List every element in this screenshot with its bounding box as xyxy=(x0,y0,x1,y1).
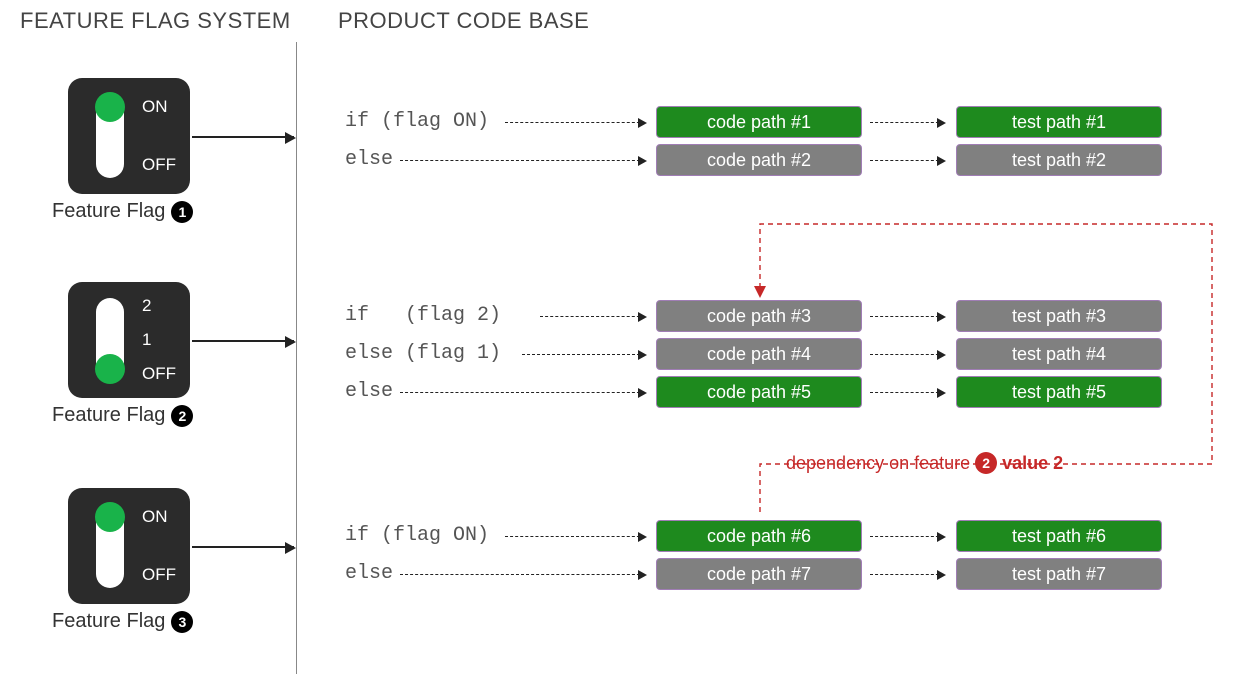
arrow-flag1-to-code xyxy=(192,136,294,138)
test-path-2: test path #2 xyxy=(956,144,1162,176)
flag-labels: ON OFF xyxy=(142,78,176,194)
flag-label-1: 1 xyxy=(142,330,176,350)
code-path-5: code path #5 xyxy=(656,376,862,408)
column-divider xyxy=(296,42,297,674)
cond-row-6: if (flag ON) xyxy=(345,524,489,547)
flag-caption-text: Feature Flag xyxy=(52,200,165,223)
flag-label-off: OFF xyxy=(142,565,176,585)
cond-row-1: if (flag ON) xyxy=(345,110,489,133)
flag-knob xyxy=(95,354,125,384)
flag-caption-text: Feature Flag xyxy=(52,610,165,633)
dependency-suffix: value 2 xyxy=(1002,453,1063,474)
flag-label-on: ON xyxy=(142,507,176,527)
arrow-code1-test xyxy=(870,122,944,123)
arrow-cond6-code xyxy=(505,536,645,537)
flag-widget-1: ON OFF xyxy=(68,78,190,194)
arrow-code6-test xyxy=(870,536,944,537)
flag-number-2: 2 xyxy=(171,405,193,427)
flag-knob xyxy=(95,502,125,532)
flag-caption-3: Feature Flag 3 xyxy=(52,610,193,633)
arrow-cond7-code xyxy=(400,574,645,575)
heading-feature-flag-system: FEATURE FLAG SYSTEM xyxy=(20,8,291,34)
test-path-7: test path #7 xyxy=(956,558,1162,590)
arrow-cond1-code xyxy=(505,122,645,123)
code-path-7: code path #7 xyxy=(656,558,862,590)
cond-row-5: else xyxy=(345,380,393,403)
flag-label-off: OFF xyxy=(142,364,176,384)
cond-row-3: if (flag 2) xyxy=(345,304,501,327)
flag-label-2: 2 xyxy=(142,296,176,316)
arrow-code5-test xyxy=(870,392,944,393)
test-path-3: test path #3 xyxy=(956,300,1162,332)
arrow-cond3-code xyxy=(540,316,645,317)
code-path-1: code path #1 xyxy=(656,106,862,138)
flag-widget-3: ON OFF xyxy=(68,488,190,604)
arrow-flag3-to-code xyxy=(192,546,294,548)
cond-row-7: else xyxy=(345,562,393,585)
arrow-cond5-code xyxy=(400,392,645,393)
flag-caption-1: Feature Flag 1 xyxy=(52,200,193,223)
code-path-6: code path #6 xyxy=(656,520,862,552)
arrow-cond2-code xyxy=(400,160,645,161)
flag-knob xyxy=(95,92,125,122)
arrow-cond4-code xyxy=(522,354,645,355)
arrow-code3-test xyxy=(870,316,944,317)
arrow-code2-test xyxy=(870,160,944,161)
heading-product-code-base: PRODUCT CODE BASE xyxy=(338,8,589,34)
arrow-flag2-to-code xyxy=(192,340,294,342)
flag-number-1: 1 xyxy=(171,201,193,223)
dependency-label: dependency on feature 2 value 2 xyxy=(786,452,1063,474)
dependency-prefix: dependency on feature xyxy=(786,453,970,474)
cond-row-2: else xyxy=(345,148,393,171)
cond-row-4: else (flag 1) xyxy=(345,342,501,365)
flag-caption-text: Feature Flag xyxy=(52,404,165,427)
arrow-code7-test xyxy=(870,574,944,575)
flag-widget-2: 2 1 OFF xyxy=(68,282,190,398)
test-path-4: test path #4 xyxy=(956,338,1162,370)
test-path-5: test path #5 xyxy=(956,376,1162,408)
code-path-4: code path #4 xyxy=(656,338,862,370)
dependency-flag-num: 2 xyxy=(975,452,997,474)
flag-label-on: ON xyxy=(142,97,176,117)
flag-number-3: 3 xyxy=(171,611,193,633)
flag-labels: 2 1 OFF xyxy=(142,282,176,398)
test-path-6: test path #6 xyxy=(956,520,1162,552)
flag-labels: ON OFF xyxy=(142,488,176,604)
arrow-code4-test xyxy=(870,354,944,355)
code-path-2: code path #2 xyxy=(656,144,862,176)
flag-label-off: OFF xyxy=(142,155,176,175)
code-path-3: code path #3 xyxy=(656,300,862,332)
flag-caption-2: Feature Flag 2 xyxy=(52,404,193,427)
test-path-1: test path #1 xyxy=(956,106,1162,138)
